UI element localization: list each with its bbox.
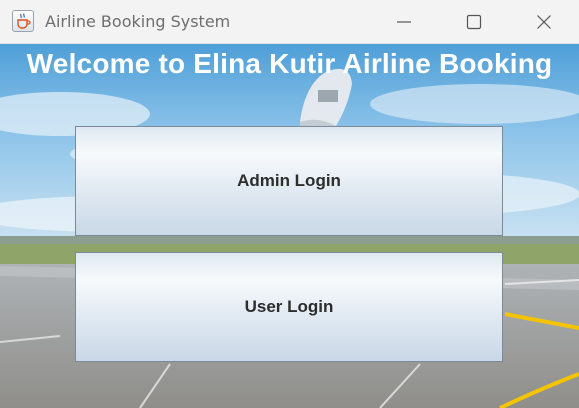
maximize-button[interactable]	[451, 0, 497, 44]
java-cup-icon	[12, 10, 34, 32]
minimize-icon	[397, 21, 411, 23]
content-panel: Welcome to Elina Kutir Airline Booking A…	[0, 44, 579, 408]
title-bar[interactable]: Airline Booking System	[0, 0, 579, 44]
welcome-heading: Welcome to Elina Kutir Airline Booking	[26, 48, 553, 79]
minimize-button[interactable]	[381, 0, 427, 44]
window-title: Airline Booking System	[45, 12, 231, 31]
application-window: Airline Booking System Welcome to Elina …	[0, 0, 579, 408]
close-icon	[537, 15, 551, 29]
maximize-icon	[466, 14, 482, 30]
close-button[interactable]	[521, 0, 567, 44]
user-login-button[interactable]: User Login	[75, 252, 503, 362]
admin-login-button[interactable]: Admin Login	[75, 126, 503, 236]
